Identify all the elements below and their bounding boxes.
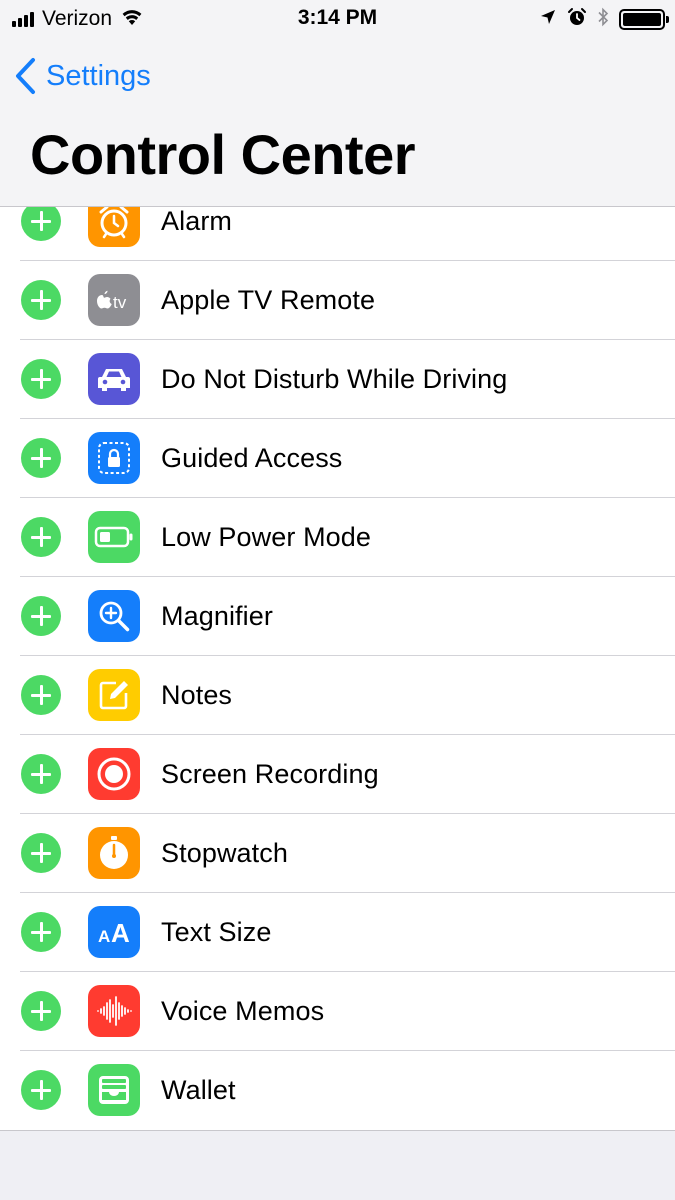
lock-icon: [88, 432, 140, 484]
list-item-apple-tv-remote[interactable]: tv Apple TV Remote: [0, 261, 675, 340]
list-item-do-not-disturb-while-driving[interactable]: Do Not Disturb While Driving: [0, 340, 675, 419]
record-icon: [88, 748, 140, 800]
status-bar: Verizon 3:14 PM: [0, 0, 675, 38]
add-stopwatch-button[interactable]: [21, 833, 61, 873]
alarm-clock-icon: [567, 7, 587, 32]
magnifier-icon: [88, 590, 140, 642]
list-item-label: Apple TV Remote: [161, 285, 376, 315]
list-item-stopwatch[interactable]: Stopwatch: [0, 814, 675, 893]
voice-memos-icon: [88, 985, 140, 1037]
add-voice-memos-button[interactable]: [21, 991, 61, 1031]
location-icon: [539, 8, 557, 31]
list-item-screen-recording[interactable]: Screen Recording: [0, 735, 675, 814]
svg-text:A: A: [111, 918, 130, 948]
car-icon: [88, 353, 140, 405]
notes-icon: [88, 669, 140, 721]
list-item-magnifier[interactable]: Magnifier: [0, 577, 675, 656]
list-item-voice-memos[interactable]: Voice Memos: [0, 972, 675, 1051]
page-title: Control Center: [30, 123, 416, 186]
list-item-label: Do Not Disturb While Driving: [161, 364, 508, 394]
control-center-list: Alarm tv Apple TV Remote Do Not Disturb …: [0, 182, 675, 1131]
list-item-notes[interactable]: Notes: [0, 656, 675, 735]
bluetooth-icon: [597, 7, 609, 32]
text-size-icon: AA: [88, 906, 140, 958]
list-item-label: Notes: [161, 680, 233, 710]
list-item-label: Screen Recording: [161, 759, 379, 789]
list-item-label: Stopwatch: [161, 838, 288, 868]
stopwatch-icon: [88, 827, 140, 879]
apple-tv-icon: tv: [88, 274, 140, 326]
list-item-label: Voice Memos: [161, 996, 325, 1026]
list-item-label: Text Size: [161, 917, 272, 947]
add-low-power-mode-button[interactable]: [21, 517, 61, 557]
add-alarm-button[interactable]: [21, 201, 61, 241]
svg-text:A: A: [98, 927, 110, 946]
wallet-icon: [88, 1064, 140, 1116]
add-magnifier-button[interactable]: [21, 596, 61, 636]
list-item-wallet[interactable]: Wallet: [0, 1051, 675, 1130]
list-item-label: Magnifier: [161, 601, 273, 631]
add-wallet-button[interactable]: [21, 1070, 61, 1110]
back-button-label: Settings: [46, 59, 151, 92]
back-button[interactable]: Settings: [14, 54, 151, 98]
navigation-header: Verizon 3:14 PM Settings Control Center: [0, 0, 675, 207]
battery-low-icon: [88, 511, 140, 563]
add-apple-tv-remote-button[interactable]: [21, 280, 61, 320]
add-text-size-button[interactable]: [21, 912, 61, 952]
list-item-label: Guided Access: [161, 443, 343, 473]
battery-icon: [619, 8, 669, 30]
list-item-text-size[interactable]: AA Text Size: [0, 893, 675, 972]
add-notes-button[interactable]: [21, 675, 61, 715]
add-do-not-disturb-while-driving-button[interactable]: [21, 359, 61, 399]
apple-tv-icon-text: tv: [113, 293, 127, 312]
list-item-guided-access[interactable]: Guided Access: [0, 419, 675, 498]
add-screen-recording-button[interactable]: [21, 754, 61, 794]
list-item-label: Wallet: [161, 1075, 236, 1105]
add-guided-access-button[interactable]: [21, 438, 61, 478]
chevron-left-icon: [16, 58, 35, 94]
list-item-label: Low Power Mode: [161, 522, 372, 552]
list-item-low-power-mode[interactable]: Low Power Mode: [0, 498, 675, 577]
